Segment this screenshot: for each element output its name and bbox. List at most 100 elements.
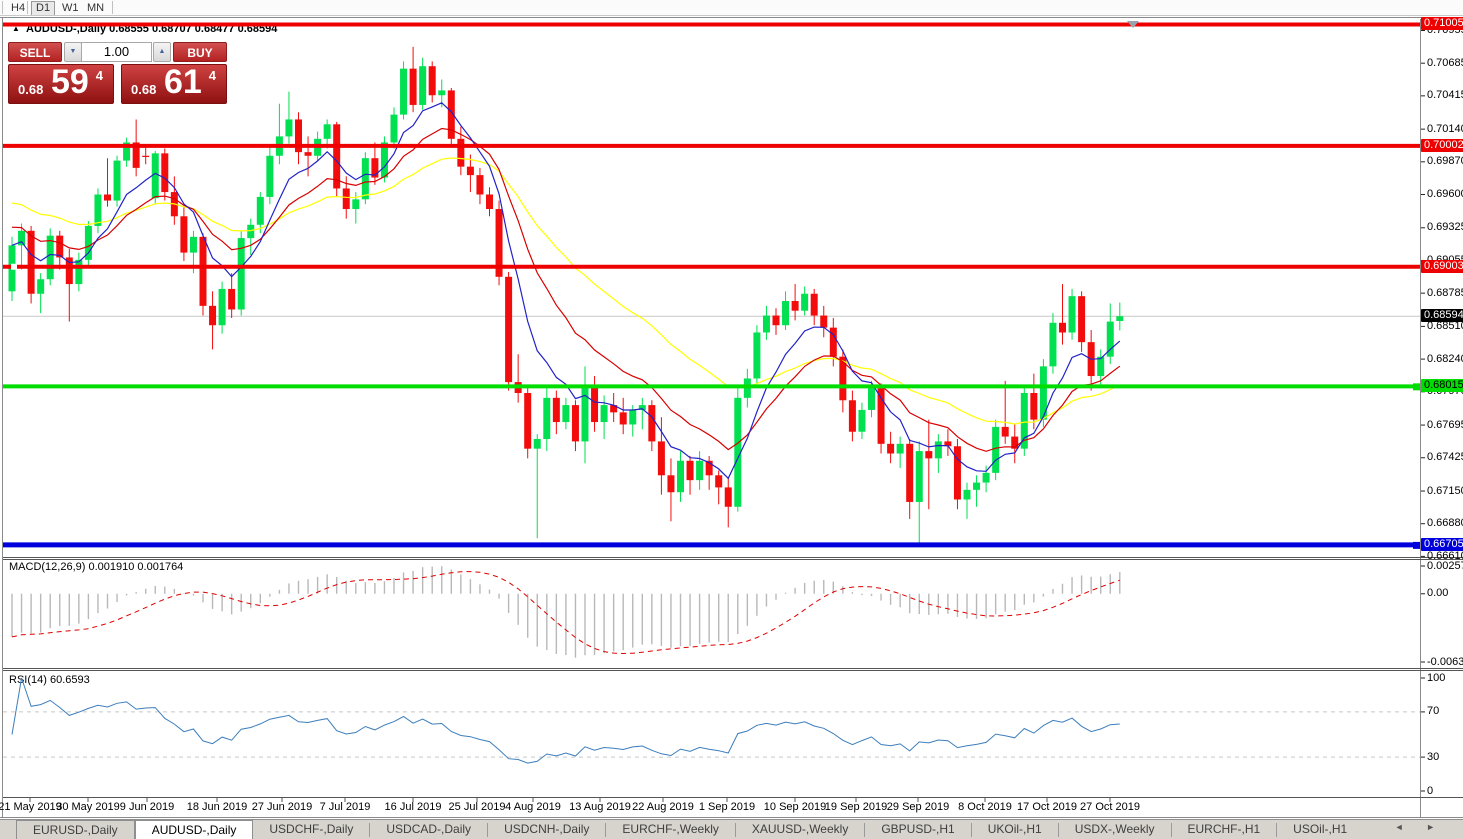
candle xyxy=(409,68,417,105)
candle xyxy=(199,236,207,306)
candle xyxy=(724,487,732,507)
candle xyxy=(953,446,961,500)
date-axis-label: 1 Sep 2019 xyxy=(698,801,756,813)
date-axis-label: 18 Jun 2019 xyxy=(186,801,248,813)
candle xyxy=(782,301,790,326)
candle xyxy=(466,166,474,176)
candle xyxy=(218,288,226,326)
candle xyxy=(677,460,684,493)
price-axis-tick: 0.68240 xyxy=(1427,352,1463,365)
candle xyxy=(848,400,856,432)
rsi-axis-tick: 0 xyxy=(1427,784,1434,797)
green-line-handle[interactable] xyxy=(1413,383,1420,391)
macd-axis-tick: 0.002574 xyxy=(1427,559,1463,572)
date-axis-label: 29 Sep 2019 xyxy=(886,801,950,813)
price-axis-tick: 0.66880 xyxy=(1427,517,1463,530)
date-axis-label: 16 Jul 2019 xyxy=(384,801,442,813)
candle xyxy=(505,276,513,383)
candle xyxy=(791,301,799,311)
candle xyxy=(113,160,121,201)
current-price-label: 0.68594 xyxy=(1421,309,1463,323)
date-axis-label: 8 Oct 2019 xyxy=(958,801,1012,813)
candle xyxy=(247,224,255,239)
candle xyxy=(46,235,54,280)
candle xyxy=(400,68,408,115)
price-level-label: 0.69003 xyxy=(1421,259,1463,273)
candle xyxy=(581,385,589,442)
price-axis-tick: 0.67695 xyxy=(1427,418,1463,431)
candle xyxy=(543,397,551,439)
candle xyxy=(762,315,770,333)
candle xyxy=(772,315,780,326)
candle xyxy=(934,441,942,459)
price-axis-tick: 0.70685 xyxy=(1427,56,1463,69)
candle xyxy=(753,332,761,379)
candle xyxy=(571,405,579,442)
candle xyxy=(1030,392,1038,420)
candle xyxy=(887,443,895,454)
candle xyxy=(438,90,446,96)
candle xyxy=(142,155,150,157)
candle xyxy=(161,153,169,193)
chart-canvas[interactable] xyxy=(0,0,1463,838)
candle xyxy=(457,138,465,167)
price-axis-tick: 0.69325 xyxy=(1427,221,1463,234)
candle xyxy=(323,124,331,139)
price-axis-tick: 0.67150 xyxy=(1427,484,1463,497)
date-axis-label: 27 Jun 2019 xyxy=(251,801,313,813)
candle xyxy=(533,438,541,449)
candle xyxy=(428,66,436,96)
price-level-label: 0.66705 xyxy=(1421,537,1463,551)
candle xyxy=(600,405,608,423)
red-line-anchor[interactable] xyxy=(11,263,17,270)
price-level-label: 0.70002 xyxy=(1421,138,1463,152)
rsi-axis-tick: 30 xyxy=(1427,750,1440,763)
rsi-axis-tick: 70 xyxy=(1427,705,1440,718)
candle xyxy=(963,489,971,500)
rsi-pane[interactable] xyxy=(3,677,1420,764)
candle xyxy=(75,259,83,285)
candle xyxy=(686,460,694,481)
date-axis-label: 9 Jun 2019 xyxy=(119,801,175,813)
blue-line-handle[interactable] xyxy=(1413,541,1420,549)
main-price-pane[interactable] xyxy=(3,46,1420,545)
date-axis-label: 13 Aug 2019 xyxy=(569,801,631,813)
candle xyxy=(810,293,818,316)
price-axis-tick: 0.69870 xyxy=(1427,155,1463,168)
macd-axis-tick: -0.006326 xyxy=(1427,655,1463,668)
candle xyxy=(801,293,809,311)
candle xyxy=(896,443,904,454)
candle xyxy=(352,199,360,210)
date-axis-label: 21 May 2019 xyxy=(0,801,62,813)
candle xyxy=(915,451,923,502)
candle xyxy=(982,472,990,483)
price-axis-tick: 0.70415 xyxy=(1427,89,1463,102)
candle xyxy=(925,451,933,459)
candle xyxy=(858,409,866,432)
candle xyxy=(486,194,493,210)
date-axis-label: 17 Oct 2019 xyxy=(1017,801,1077,813)
date-axis-label: 7 Jul 2019 xyxy=(319,801,371,813)
rsi-line xyxy=(11,677,1120,764)
candle xyxy=(591,385,599,423)
candle xyxy=(629,409,637,425)
candle xyxy=(27,230,35,294)
candle xyxy=(657,441,665,476)
candle xyxy=(476,175,484,195)
candle xyxy=(696,460,704,481)
candle xyxy=(1049,322,1057,367)
macd-pane[interactable] xyxy=(11,566,1121,658)
candle xyxy=(56,235,64,258)
candle xyxy=(65,257,73,285)
candle xyxy=(1059,322,1066,333)
price-level-label: 0.68015 xyxy=(1421,379,1463,393)
candle xyxy=(285,119,293,137)
rsi-axis-tick: 100 xyxy=(1427,671,1446,684)
price-axis-tick: 0.69600 xyxy=(1427,188,1463,200)
date-axis-label: 30 May 2019 xyxy=(56,801,120,813)
candle xyxy=(419,66,427,105)
candle xyxy=(1116,316,1124,321)
price-level-label: 0.71005 xyxy=(1421,17,1463,31)
candle xyxy=(37,279,45,294)
candle xyxy=(228,288,236,310)
